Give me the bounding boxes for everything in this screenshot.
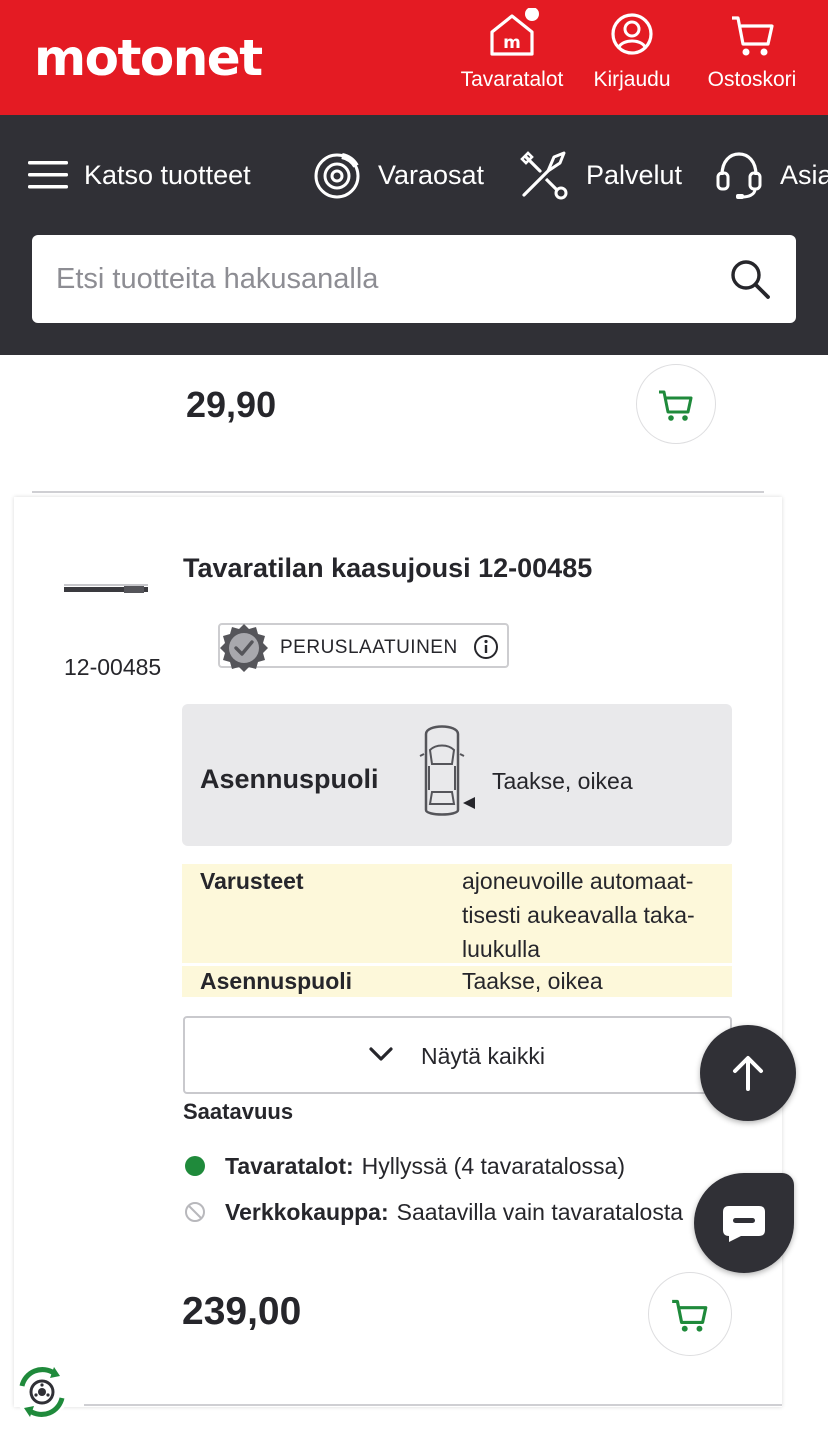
eco-recycle-wheel-icon[interactable]	[12, 1362, 72, 1422]
store-icon: m	[490, 8, 539, 56]
previous-add-to-cart-button[interactable]	[636, 364, 716, 444]
product-price: 239,00	[182, 1290, 302, 1333]
nav-item-services[interactable]: Palvelut	[518, 145, 682, 205]
chevron-down-icon	[369, 1047, 393, 1061]
nav-item-support[interactable]: Asiakaspalvelu	[714, 145, 828, 205]
hamburger-icon	[28, 161, 68, 189]
product-thumbnail[interactable]	[64, 582, 148, 598]
nav-row: Katso tuotteet Varaosat Palvelut Asia	[0, 145, 828, 205]
add-to-cart-icon	[659, 390, 693, 421]
top-header: motonet m Tavaratalot Kirjaudu Ostoskori	[0, 0, 828, 115]
divider	[84, 1404, 782, 1406]
unavailable-icon	[185, 1202, 205, 1222]
user-icon	[611, 13, 653, 55]
nav-services-label: Palvelut	[586, 159, 683, 190]
availability-key: Verkkokauppa:	[225, 1198, 389, 1225]
install-side-label: Asennuspuoli	[200, 764, 379, 794]
in-stock-dot-icon	[185, 1156, 205, 1176]
availability-row-webshop: Verkkokauppa: Saatavilla vain tavaratalo…	[184, 1197, 704, 1227]
scroll-to-top-button[interactable]	[700, 1025, 796, 1121]
availability-value: Hyllyssä (4 tavaratalossa)	[361, 1152, 625, 1179]
cart-icon	[732, 16, 774, 56]
spec-value: Taakse, oikea	[462, 968, 603, 994]
previous-product-price: 29,90	[186, 384, 277, 425]
quality-label: PERUSLAATUINEN	[280, 637, 458, 658]
search-icon[interactable]	[728, 257, 772, 301]
chat-icon	[723, 1206, 765, 1242]
add-to-cart-icon	[672, 1299, 708, 1332]
install-side-value: Taakse, oikea	[492, 768, 633, 794]
nav-support-label: Asiakaspalvelu	[780, 159, 828, 190]
divider	[32, 491, 764, 493]
nav-products-label: Katso tuotteet	[84, 159, 251, 190]
stores-link[interactable]: m Tavaratalot	[452, 8, 572, 108]
arrow-up-icon	[733, 1056, 763, 1091]
product-title[interactable]: Tavaratilan kaasujousi 12-00485	[183, 553, 592, 584]
product-sku: 12-00485	[64, 654, 162, 680]
info-icon[interactable]	[473, 634, 499, 660]
spec-key: Varusteet	[200, 868, 304, 894]
spec-value: ajoneuvoille automaat-tisesti aukeavalla…	[462, 868, 695, 962]
show-all-button[interactable]: Näytä kaikki	[183, 1016, 732, 1094]
login-link[interactable]: Kirjaudu	[586, 8, 678, 108]
quality-badge[interactable]: PERUSLAATUINEN	[218, 623, 509, 672]
cart-link[interactable]: Ostoskori	[698, 8, 806, 108]
stores-label: Tavaratalot	[460, 68, 564, 91]
main-nav: Katso tuotteet Varaosat Palvelut Asia Et…	[0, 115, 828, 355]
spec-key: Asennuspuoli	[200, 968, 353, 994]
availability-title: Saatavuus	[183, 1099, 294, 1124]
nav-item-parts[interactable]: Varaosat	[312, 145, 484, 205]
tools-icon	[520, 151, 568, 200]
search-input[interactable]	[56, 235, 716, 323]
spec-row: Varusteet ajoneuvoille automaat-tisesti …	[182, 864, 732, 963]
search-bar	[32, 235, 796, 323]
quality-seal-icon	[220, 624, 268, 672]
availability-key: Tavaratalot:	[225, 1152, 354, 1179]
install-side-box: Asennuspuoli Taakse, oikea	[182, 704, 732, 846]
availability-value: Saatavilla vain tavaratalosta	[396, 1198, 684, 1225]
show-all-label: Näytä kaikki	[421, 1043, 545, 1069]
headset-icon	[716, 152, 762, 199]
login-label: Kirjaudu	[593, 68, 671, 91]
nav-parts-label: Varaosat	[378, 159, 485, 190]
add-to-cart-button[interactable]	[648, 1272, 732, 1356]
rear-right-marker-icon	[463, 797, 475, 809]
availability-row-stores[interactable]: Tavaratalot: Hyllyssä (4 tavaratalossa)	[184, 1151, 625, 1181]
spec-row: Asennuspuoli Taakse, oikea	[182, 966, 732, 997]
brake-disc-icon	[314, 153, 360, 199]
cart-label: Ostoskori	[707, 68, 797, 91]
nav-item-products[interactable]: Katso tuotteet	[28, 145, 251, 205]
store-icon-letter: m	[503, 33, 521, 53]
motonet-logo[interactable]: motonet	[34, 28, 263, 88]
chat-button[interactable]	[694, 1173, 794, 1273]
